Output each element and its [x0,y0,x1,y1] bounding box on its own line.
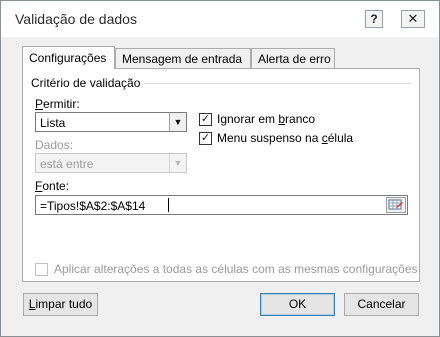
data-label: Dados: [35,138,74,152]
chevron-down-icon[interactable]: ▼ [169,113,186,131]
validation-criteria-label: Critério de validação [31,76,145,90]
ok-button[interactable]: OK [260,293,335,316]
dialog-title: Validação de dados [15,11,137,27]
data-dropdown[interactable]: está entre ▼ [35,153,187,173]
allow-label-rest: ermitir: [43,97,80,111]
tab-error-alert[interactable]: Alerta de erro [251,48,335,68]
range-picker-button[interactable] [386,197,406,213]
clear-all-button[interactable]: Limpar tudo [23,293,98,316]
ignore-blank-label[interactable]: Ignorar em branco [217,112,315,126]
ignore-blank-label-end: ranco [285,112,316,126]
allow-label-accel: P [35,97,44,111]
tab-error-alert-label: Alerta de erro [258,52,331,66]
tab-settings-label: Configurações [29,51,107,65]
in-cell-dropdown-label-end: élula [327,131,354,145]
tab-input-message-label: Mensagem de entrada [122,52,243,66]
source-value: =Tipos!$A$2:$A$14 [40,199,146,213]
clear-all-rest: impar tudo [35,297,93,311]
tab-settings[interactable]: Configurações [22,46,115,69]
source-label-rest: onte: [42,179,70,193]
check-icon: ✓ [200,113,211,125]
chevron-down-icon[interactable]: ▼ [169,154,186,172]
help-icon: ? [370,12,378,26]
close-icon: ✕ [407,11,419,26]
allow-dropdown[interactable]: Lista ▼ [35,112,187,132]
close-button[interactable]: ✕ [401,10,425,28]
cancel-button[interactable]: Cancelar [344,293,419,316]
check-icon: ✓ [200,132,211,144]
ignore-blank-label-start: Ignorar em [217,112,279,126]
source-input[interactable]: =Tipos!$A$2:$A$14 [35,195,408,215]
in-cell-dropdown-checkbox[interactable]: ✓ [199,132,212,145]
range-picker-icon [388,199,403,210]
data-validation-dialog: Validação de dados ? ✕ Configurações Men… [0,0,440,337]
in-cell-dropdown-label-start: Menu suspenso na [217,131,322,145]
apply-all-checkbox[interactable] [35,263,48,276]
title-bar: Validação de dados ? ✕ [1,1,439,37]
data-value: está entre [40,157,94,171]
help-button[interactable]: ? [365,10,383,28]
tab-input-message[interactable]: Mensagem de entrada [115,48,251,68]
settings-panel: Critério de validação Permitir: Lista ▼ … [22,68,420,282]
allow-label: Permitir: [35,97,80,111]
text-caret [168,198,169,212]
allow-value: Lista [40,116,66,130]
ignore-blank-checkbox[interactable]: ✓ [199,113,212,126]
source-label: Fonte: [35,179,69,193]
in-cell-dropdown-label[interactable]: Menu suspenso na célula [217,131,353,145]
apply-all-label: Aplicar alterações a todas as células co… [54,262,418,276]
